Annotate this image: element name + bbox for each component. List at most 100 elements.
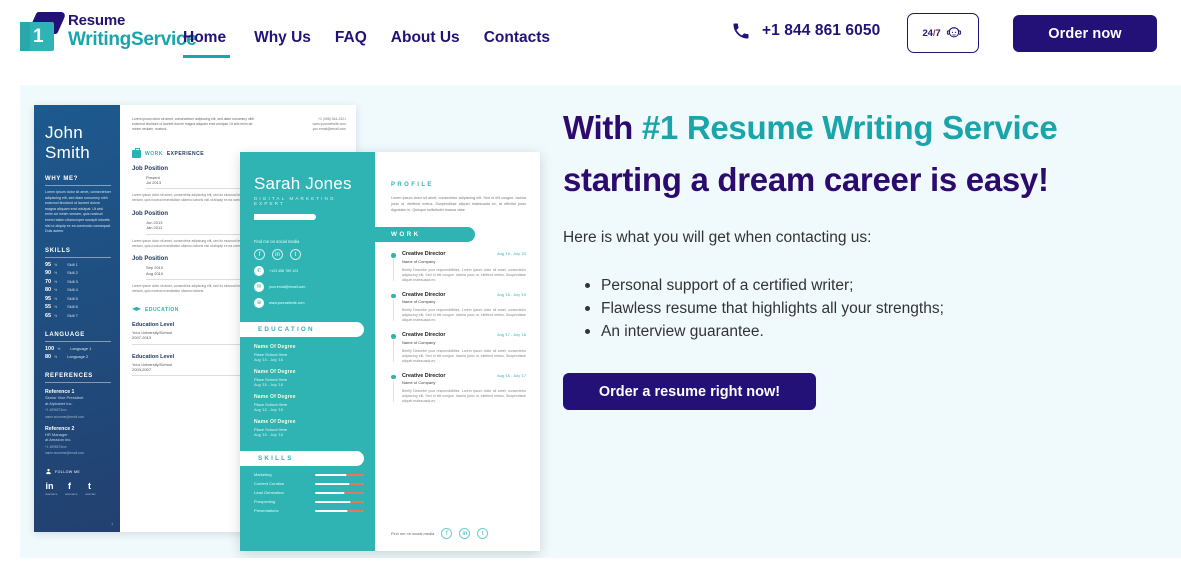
resume1-header-row: Lorem ipsum dolor sit amet, consectetuer… [132,117,346,133]
site-header: 1 Resume WritingService Home Why Us FAQ … [0,0,1181,85]
facebook-icon[interactable]: f [254,249,265,260]
resume2-job-company: Name of Company [402,380,436,385]
hero-title-highlight: #1 Resume Writing Service [641,109,1058,146]
resume2-degree: Name Of Degree [254,369,296,375]
person-icon [46,468,51,475]
resume2-dates: Aug '15 - July '18 [254,383,283,387]
resume2-job-company: Name of Company [402,339,436,345]
resume2-job-entry: Creative Director Aug '19 - July '20 Name… [391,251,526,283]
phone-link[interactable]: +1 844 861 6050 [731,21,880,41]
resume2-school: Place School Here [254,426,288,432]
resume2-education-entry: Name Of Degree Place School Here Aug '15… [254,369,363,387]
nav-item-contacts[interactable]: Contacts [484,29,574,47]
resume2-role: DIGITAL MARKETING EXPERT [254,196,336,206]
nav-item-home[interactable]: Home [183,29,254,58]
facebook-icon[interactable]: f username [65,481,77,496]
resume1-language-row: 80% Language 2 [45,354,89,361]
resume2-sidebar: Sarah Jones DIGITAL MARKETING EXPERT Fin… [240,152,375,551]
resume2-job-company: Name of Company [402,299,436,304]
resume2-contact-row: ⊕ www.yourwebsite.com [254,298,363,308]
resume1-skill-row: 55% Skill 6 [45,304,78,311]
resume2-job-entry: Creative Director Aug '17 - July '18 Name… [391,332,526,364]
resume1-why-me-text: Lorem ipsum dolor sit amet, consectetuer… [45,190,111,234]
resume1-page-number: 1 [111,522,113,526]
nav-item-about-us[interactable]: About Us [391,29,484,47]
resume1-reference-item: Reference 2 HR Manager at Amazon Inc. +1… [45,426,111,456]
resume2-name: Sarah Jones [254,174,352,193]
phone-icon: ✆ [254,266,264,276]
resume1-why-me-heading: WHY ME? [45,176,111,186]
graduation-cap-icon [132,306,141,312]
facebook-icon[interactable]: f [441,528,453,539]
support-badge[interactable]: 24/7 [907,13,979,53]
hero-section: John Smith WHY ME? Lorem ipsum dolor sit… [20,85,1181,558]
resume1-social-links: in username f username t usernam [45,481,111,496]
resume1-skill-row: 65% Skill 7 [45,312,78,319]
resume1-contact-block: +1 (456) 344-2421 www.yourwebsite.com yo… [312,117,346,133]
resume2-degree: Name Of Degree [254,394,296,400]
linkedin-icon[interactable]: in username [45,481,57,496]
order-now-button[interactable]: Order now [1013,15,1157,52]
resume2-profile-text: Lorem ipsum dolor sit amet, consectetur … [391,196,526,212]
logo-wordmark: Resume WritingService [68,13,197,49]
resume2-dates: Aug '15 - July '18 [254,408,283,412]
main-navigation: Home Why Us FAQ About Us Contacts [183,29,574,58]
resume1-intro-text: Lorem ipsum dolor sit amet, consectetuer… [132,117,255,131]
hero-benefit-item: Personal support of a certified writer; [563,274,1163,297]
linkedin-icon[interactable]: in [272,249,283,260]
twitter-icon[interactable]: t [477,528,489,539]
resume2-skills-list: Marketing Content Curation Lead Generati… [254,472,363,513]
twitter-icon[interactable]: t usernam [85,481,96,496]
resume1-reference-email: name.surname@email.com [45,451,85,456]
resume2-education-heading: EDUCATION [240,322,364,337]
landing-page: 1 Resume WritingService Home Why Us FAQ … [0,0,1181,566]
web-icon: ⊕ [254,298,264,308]
resume2-find-me-label: Find me on social media [254,239,300,244]
resume2-education-entry: Name Of Degree Place School Here Aug '15… [254,394,363,412]
nav-item-why-us[interactable]: Why Us [254,29,335,47]
resume2-skill-row: Prospecting [254,499,363,504]
nav-item-faq[interactable]: FAQ [335,29,391,47]
resume1-contact-email: you.email@email.com [312,127,346,132]
resume1-language-row: 100% Language 1 [45,345,92,352]
hero-benefits-list: Personal support of a certified writer; … [563,274,1163,343]
logo-mark-icon: 1 [18,12,67,52]
resume2-social-links: f in t [254,249,363,260]
resume2-job-desc: Briefly Describe your responsibilities. … [402,348,526,363]
support-agent-icon [946,27,961,38]
logo-number: 1 [33,26,44,47]
resume2-job-dates: Aug '17 - July '18 [497,333,526,337]
twitter-icon[interactable]: t [290,249,301,260]
resume2-skill-row: Presentations [254,508,363,513]
resume2-skill-row: Marketing [254,472,363,477]
briefcase-icon [132,147,141,158]
order-resume-cta-button[interactable]: Order a resume right now! [563,373,816,410]
resume1-language-list: 100% Language 1 80% Language 2 [45,346,111,361]
resume2-education-entry: Name Of Degree Place School Here Aug '15… [254,344,363,362]
hero-title-line2: starting a dream career is easy! [563,161,1049,198]
hero-benefit-item: An interview guarantee. [563,320,1163,343]
resume2-job-dates: Aug '18 - July '19 [497,292,526,297]
linkedin-icon[interactable]: in [459,528,471,539]
hero-subtitle: Here is what you will get when contactin… [563,229,872,246]
resume-preview-sarah-jones[interactable]: Sarah Jones DIGITAL MARKETING EXPERT Fin… [240,152,540,551]
mail-icon: ✉ [254,282,264,292]
resume2-job-title: Creative Director [402,332,446,338]
resume2-contact-row: ✉ your.email@email.com [254,282,363,292]
resume2-work-heading: WORK [375,227,475,242]
resume1-skill-row: 95% Skill 1 [45,261,78,268]
resume2-job-entry: Creative Director Aug '16 - July '17 Name… [391,373,526,405]
logo-line-2: WritingService [68,29,197,50]
resume2-job-desc: Briefly Describe your responsibilities. … [402,308,526,322]
resume1-reference-company: at Alphabet Inc. [45,400,73,406]
hero-content: With #1 Resume Writing Service starting … [563,102,1163,410]
resume1-follow-label: FOLLOW ME [55,469,81,474]
site-logo[interactable]: 1 Resume WritingService [18,12,197,52]
resume1-reference-phone: +1 4896573xxx [45,408,67,413]
resume2-school: Place School Here [254,401,288,407]
resume2-job-desc: Briefly Describe your responsibilities. … [402,389,526,403]
resume2-profile-heading: PROFILE [391,182,434,188]
resume2-footer-label: Find me on social media [391,531,435,536]
resume2-education-entry: Name Of Degree Place School Here Aug '15… [254,419,363,437]
resume2-job-company: Name of Company [402,258,436,264]
